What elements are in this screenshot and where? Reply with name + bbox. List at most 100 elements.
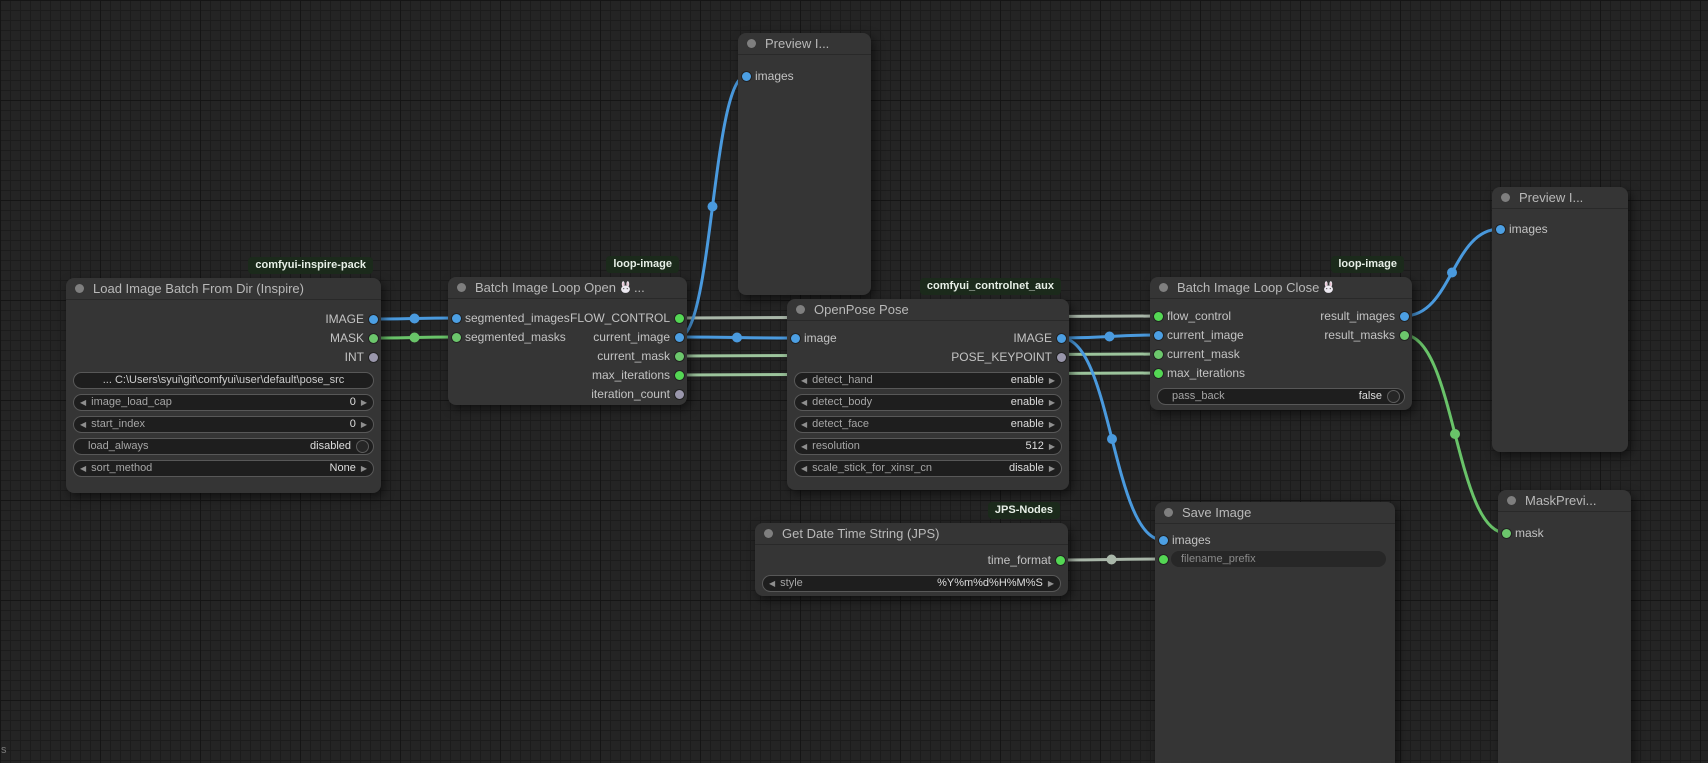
wire-midpoint-dot[interactable] [1105,332,1115,342]
node-title-bar[interactable]: Preview I... [1492,187,1628,209]
node-openpose-pose[interactable]: OpenPose Posecomfyui_controlnet_auximage… [787,299,1069,490]
increment-arrow-icon[interactable]: ▶ [361,395,367,410]
max_iterations-input-port[interactable] [1154,369,1163,378]
current_image-input-port[interactable] [1154,331,1163,340]
decrement-arrow-icon[interactable]: ◀ [801,395,807,410]
widget-value: enable [1011,418,1044,430]
increment-arrow-icon[interactable]: ▶ [1049,373,1055,388]
output-slot-label: result_masks [1324,326,1395,345]
node-title-bar[interactable]: Preview I... [738,33,871,55]
current_image-output-port[interactable] [675,333,684,342]
iteration_count-output-port[interactable] [675,390,684,399]
segmented_images-input-port[interactable] [452,314,461,323]
wire-midpoint-dot[interactable] [732,333,742,343]
decrement-arrow-icon[interactable]: ◀ [801,373,807,388]
start_index-widget[interactable]: ◀start_index0▶ [73,416,374,433]
flow_control-input-port[interactable] [1154,312,1163,321]
value-widget[interactable]: ... C:\Users\syui\git\comfyui\user\defau… [73,372,374,389]
node-batch-image-loop-open[interactable]: Batch Image Loop Open...loop-imagesegmen… [448,277,687,405]
decrement-arrow-icon[interactable]: ◀ [80,395,86,410]
load_always-widget[interactable]: load_alwaysdisabled [73,438,374,455]
resolution-widget[interactable]: ◀resolution512▶ [794,438,1062,455]
collapse-dot[interactable] [1164,508,1173,517]
collapse-dot[interactable] [1159,283,1168,292]
slot-row: current_mask [1150,345,1412,364]
node-title-bar[interactable]: Batch Image Loop Close [1150,277,1412,299]
MASK-output-port[interactable] [369,334,378,343]
decrement-arrow-icon[interactable]: ◀ [80,461,86,476]
wire-midpoint-dot[interactable] [1447,268,1457,278]
slot-input-port[interactable] [1159,555,1168,564]
toggle-knob-icon[interactable] [356,440,369,453]
image_load_cap-widget[interactable]: ◀image_load_cap0▶ [73,394,374,411]
images-input-port[interactable] [1159,536,1168,545]
collapse-dot[interactable] [764,529,773,538]
IMAGE-output-port[interactable] [369,315,378,324]
decrement-arrow-icon[interactable]: ◀ [801,439,807,454]
result_masks-output-port[interactable] [1400,331,1409,340]
input-slot-label: mask [1515,524,1544,543]
node-load-image-batch-from-dir-inspire[interactable]: Load Image Batch From Dir (Inspire)comfy… [66,278,381,493]
increment-arrow-icon[interactable]: ▶ [1049,439,1055,454]
result_images-output-port[interactable] [1400,312,1409,321]
widget-value: enable [1011,396,1044,408]
detect_body-widget[interactable]: ◀detect_bodyenable▶ [794,394,1062,411]
wire-midpoint-dot[interactable] [1450,429,1460,439]
node-preview-image-top[interactable]: Preview I...images [738,33,871,295]
style-widget[interactable]: ◀style%Y%m%d%H%M%S▶ [762,575,1061,592]
time_format-output-port[interactable] [1056,556,1065,565]
current_mask-input-port[interactable] [1154,350,1163,359]
node-title-bar[interactable]: Load Image Batch From Dir (Inspire) [66,278,381,300]
current_mask-output-port[interactable] [675,352,684,361]
wire-midpoint-dot[interactable] [1107,434,1117,444]
collapse-dot[interactable] [75,284,84,293]
IMAGE-output-port[interactable] [1057,334,1066,343]
images-input-port[interactable] [1496,225,1505,234]
decrement-arrow-icon[interactable]: ◀ [769,576,775,591]
node-get-date-time-string-jps[interactable]: Get Date Time String (JPS)JPS-Nodestime_… [755,523,1068,596]
INT-output-port[interactable] [369,353,378,362]
images-input-port[interactable] [742,72,751,81]
node-mask-preview[interactable]: MaskPrevi... mask [1498,490,1631,763]
scale_stick_for_xinsr_cn-widget[interactable]: ◀scale_stick_for_xinsr_cndisable▶ [794,460,1062,477]
node-title-bar[interactable]: Get Date Time String (JPS) [755,523,1068,545]
wire-midpoint-dot[interactable] [410,333,420,343]
decrement-arrow-icon[interactable]: ◀ [80,417,86,432]
FLOW_CONTROL-output-port[interactable] [675,314,684,323]
wire-midpoint-dot[interactable] [1107,555,1117,565]
node-preview-image-right[interactable]: Preview I...images [1492,187,1628,452]
decrement-arrow-icon[interactable]: ◀ [801,461,807,476]
converted-widget-input[interactable]: filename_prefix [1171,551,1386,567]
max_iterations-output-port[interactable] [675,371,684,380]
node-title-bar[interactable]: OpenPose Pose [787,299,1069,321]
sort_method-widget[interactable]: ◀sort_methodNone▶ [73,460,374,477]
node-title-bar[interactable]: MaskPrevi... [1498,490,1631,512]
node-batch-image-loop-close[interactable]: Batch Image Loop Closeloop-imageflow_con… [1150,277,1412,410]
node-save-image[interactable]: Save Imageimagesfilename_prefix [1155,502,1395,763]
collapse-dot[interactable] [1507,496,1516,505]
decrement-arrow-icon[interactable]: ◀ [801,417,807,432]
wire-midpoint-dot[interactable] [708,202,718,212]
detect_hand-widget[interactable]: ◀detect_handenable▶ [794,372,1062,389]
image-input-port[interactable] [791,334,800,343]
collapse-dot[interactable] [457,283,466,292]
increment-arrow-icon[interactable]: ▶ [361,461,367,476]
collapse-dot[interactable] [747,39,756,48]
mask-input-port[interactable] [1502,529,1511,538]
node-title-bar[interactable]: Batch Image Loop Open... [448,277,687,299]
node-title-bar[interactable]: Save Image [1155,502,1395,524]
segmented_masks-input-port[interactable] [452,333,461,342]
pass_back-widget[interactable]: pass_backfalse [1157,388,1405,405]
wire-midpoint-dot[interactable] [410,314,420,324]
detect_face-widget[interactable]: ◀detect_faceenable▶ [794,416,1062,433]
increment-arrow-icon[interactable]: ▶ [361,417,367,432]
node-graph-canvas[interactable]: s Load Image Batch From Dir (Inspire)com… [0,0,1708,763]
toggle-knob-icon[interactable] [1387,390,1400,403]
increment-arrow-icon[interactable]: ▶ [1049,395,1055,410]
POSE_KEYPOINT-output-port[interactable] [1057,353,1066,362]
collapse-dot[interactable] [796,305,805,314]
increment-arrow-icon[interactable]: ▶ [1049,417,1055,432]
increment-arrow-icon[interactable]: ▶ [1049,461,1055,476]
collapse-dot[interactable] [1501,193,1510,202]
increment-arrow-icon[interactable]: ▶ [1048,576,1054,591]
